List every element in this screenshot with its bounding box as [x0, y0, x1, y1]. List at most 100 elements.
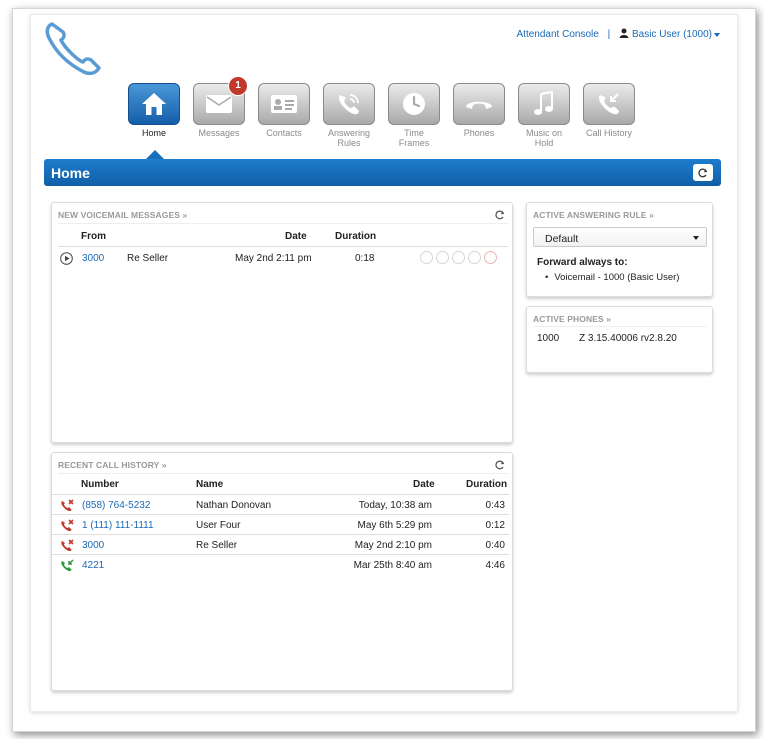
refresh-icon [698, 167, 708, 177]
nav-time-frames[interactable]: Time Frames [386, 83, 442, 148]
call-name: User Four [196, 520, 241, 531]
page-header-bar: Home [44, 159, 721, 186]
phones-tile[interactable] [453, 83, 505, 125]
nav-messages[interactable]: 1 Messages [191, 76, 248, 138]
col-number: Number [81, 479, 119, 490]
call-history-tile[interactable] [583, 83, 635, 125]
forward-title: Forward always to: [537, 257, 628, 268]
active-phones-panel-title[interactable]: ACTIVE PHONES » [533, 314, 611, 324]
answering-rule-panel: ACTIVE ANSWERING RULE » Default Forward … [526, 202, 713, 297]
nav-contacts[interactable]: Contacts [256, 83, 312, 138]
col-name: Name [196, 479, 224, 490]
answered-call-icon [61, 559, 74, 572]
call-date: May 6th 5:29 pm [357, 520, 432, 531]
answering-rules-tile[interactable] [323, 83, 375, 125]
chevron-down-icon[interactable] [714, 32, 720, 37]
voicemail-actions [420, 251, 497, 264]
nav-label-call-history: Call History [585, 128, 632, 138]
messages-tile[interactable]: 1 [193, 76, 248, 125]
home-tile[interactable] [128, 83, 180, 125]
play-icon[interactable] [60, 252, 73, 265]
call-history-icon [598, 93, 619, 115]
home-icon [142, 93, 166, 115]
user-menu-link[interactable]: Basic User (1000) [632, 29, 712, 40]
col-duration: Duration [466, 479, 508, 490]
nav-label-phones: Phones [463, 128, 495, 138]
voicemail-panel-title[interactable]: NEW VOICEMAIL MESSAGES » [58, 210, 187, 220]
call-back-icon[interactable] [420, 251, 433, 264]
answering-rule-select[interactable]: Default [533, 227, 707, 247]
voicemail-from-number[interactable]: 3000 [82, 253, 104, 264]
messages-count-badge: 1 [228, 76, 248, 96]
active-nav-pointer [146, 150, 164, 159]
nav-label-answering-line2: Rules [337, 138, 361, 148]
time-frames-tile[interactable] [388, 83, 440, 125]
nav-label-music-line2: Hold [534, 138, 554, 148]
phone-id: 1000 [537, 333, 560, 344]
col-duration: Duration [335, 231, 377, 242]
divider [58, 473, 508, 474]
call-duration: 4:46 [485, 560, 505, 571]
link-separator: | [607, 29, 611, 41]
call-number[interactable]: 3000 [82, 540, 104, 551]
call-history-panel: RECENT CALL HISTORY » Number Name Date D… [51, 452, 513, 691]
call-name: Re Seller [196, 540, 238, 551]
nav-label-music-on-hold: Music on Hold [516, 128, 572, 148]
call-history-row: 3000 Re Seller May 2nd 2:10 pm 0:40 [52, 534, 509, 555]
page-title: Home [51, 165, 90, 181]
voicemail-panel: NEW VOICEMAIL MESSAGES » From Date Durat… [51, 202, 513, 443]
answering-rule-selected: Default [545, 233, 579, 245]
envelope-icon [206, 95, 232, 113]
nav-label-messages: Messages [198, 128, 240, 138]
refresh-page-button[interactable] [693, 164, 713, 181]
nav-label-home: Home [141, 128, 166, 138]
call-number[interactable]: 4221 [82, 560, 104, 571]
voicemail-from-name: Re Seller [127, 253, 169, 264]
user-icon [619, 28, 629, 41]
nav-home[interactable]: Home [126, 83, 182, 138]
voicemail-duration: 0:18 [355, 253, 375, 264]
voicemail-date: May 2nd 2:11 pm [235, 253, 312, 264]
call-date: May 2nd 2:10 pm [354, 540, 432, 551]
voicemail-row: 3000 Re Seller May 2nd 2:11 pm 0:18 [52, 251, 509, 266]
nav-label-music-line1: Music on [525, 128, 562, 138]
call-duration: 0:40 [485, 540, 505, 551]
nav-music-on-hold[interactable]: Music on Hold [516, 83, 572, 148]
divider [533, 326, 707, 327]
col-from: From [81, 231, 106, 242]
call-duration: 0:12 [485, 520, 505, 531]
active-phones-panel: ACTIVE PHONES » 1000 Z 3.15.40006 rv2.8.… [526, 306, 713, 373]
nav-phones[interactable]: Phones [451, 83, 507, 138]
missed-call-icon [61, 519, 74, 532]
delete-icon[interactable] [484, 251, 497, 264]
answering-rule-panel-title[interactable]: ACTIVE ANSWERING RULE » [533, 210, 654, 220]
handset-icon [466, 101, 492, 109]
top-links: Attendant Console | Basic User (1000) [517, 28, 720, 41]
call-number[interactable]: (858) 764-5232 [82, 500, 150, 511]
phone-logo-icon [45, 22, 101, 76]
call-history-panel-title[interactable]: RECENT CALL HISTORY » [58, 460, 167, 470]
forward-item: Voicemail - 1000 (Basic User) [545, 272, 679, 283]
forward-icon[interactable] [436, 251, 449, 264]
refresh-icon[interactable] [495, 460, 505, 470]
call-number[interactable]: 1 (111) 111-1111 [82, 520, 154, 531]
attendant-console-link[interactable]: Attendant Console [517, 29, 599, 40]
nav-label-time-line2: Frames [398, 138, 430, 148]
download-icon[interactable] [452, 251, 465, 264]
col-date: Date [413, 479, 435, 490]
call-history-row: (858) 764-5232 Nathan Donovan Today, 10:… [52, 494, 509, 515]
music-on-hold-tile[interactable] [518, 83, 570, 125]
nav-answering-rules[interactable]: Answering Rules [321, 83, 377, 148]
chevron-down-icon [693, 236, 699, 240]
call-history-row: 1 (111) 111-1111 User Four May 6th 5:29 … [52, 514, 509, 535]
mark-read-icon[interactable] [468, 251, 481, 264]
nav-call-history[interactable]: Call History [581, 83, 637, 138]
refresh-icon[interactable] [495, 210, 505, 220]
call-history-row: 4221 Mar 25th 8:40 am 4:46 [52, 554, 509, 575]
call-name: Nathan Donovan [196, 500, 272, 511]
phone-model: Z 3.15.40006 rv2.8.20 [579, 333, 677, 344]
call-date: Mar 25th 8:40 am [353, 560, 432, 571]
contacts-tile[interactable] [258, 83, 310, 125]
missed-call-icon [61, 499, 74, 512]
col-date: Date [285, 231, 307, 242]
